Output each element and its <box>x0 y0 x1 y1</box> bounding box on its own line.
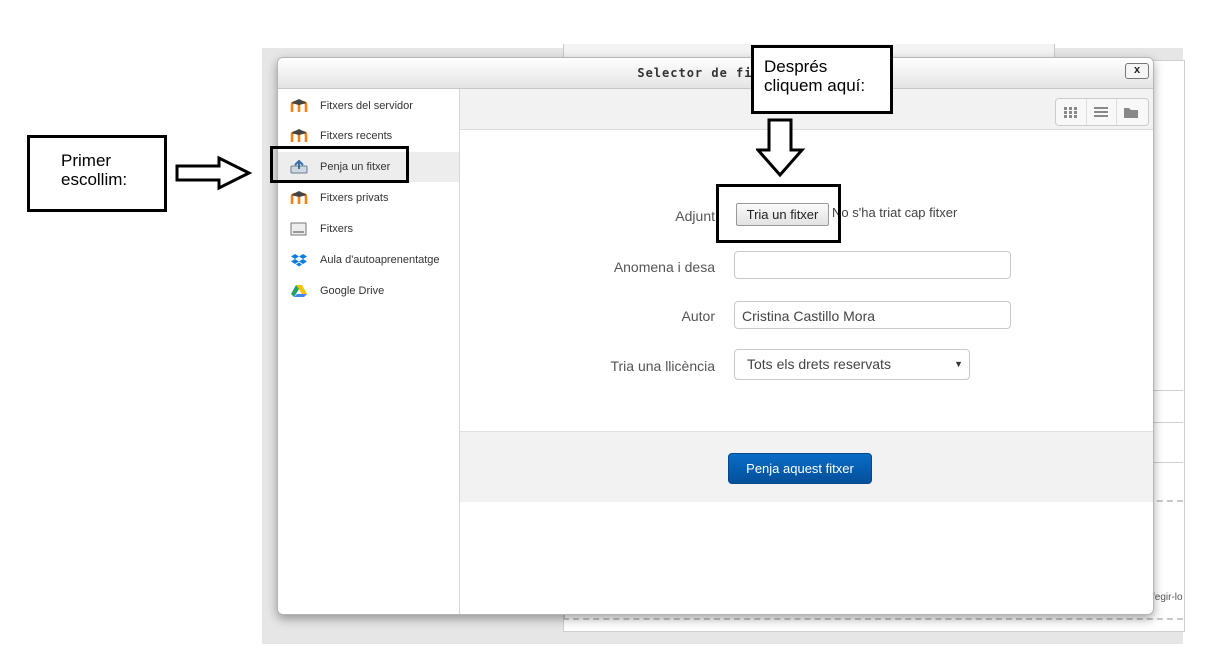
sidebar-item-google-drive[interactable]: Google Drive <box>278 276 459 306</box>
annotation-highlight-choose-file <box>716 184 841 243</box>
annotation-text: escollim: <box>61 170 128 189</box>
file-picker-dialog: Selector de fitxers x Fitxers del servid… <box>277 57 1154 615</box>
sidebar-item-self-learning[interactable]: Aula d'autoaprenentatge <box>278 245 459 275</box>
annotation-text: cliquem aquí: <box>764 76 866 95</box>
folder-icon <box>290 222 308 236</box>
annotation-then-click: Després cliquem aquí: <box>751 45 893 114</box>
annotation-first-choose: Primer escollim: <box>27 135 167 212</box>
author-label: Autor <box>681 308 715 324</box>
annotation-highlight-upload-item <box>270 146 409 183</box>
annotation-text: Després <box>764 57 828 76</box>
moodle-icon <box>290 191 308 205</box>
license-select-value: Tots els drets reservats <box>747 356 891 372</box>
moodle-icon <box>290 99 308 113</box>
close-button[interactable]: x <box>1125 63 1149 79</box>
sidebar-item-label: Fitxers privats <box>320 192 389 204</box>
save-as-input[interactable] <box>734 251 1011 279</box>
arrow-down-icon <box>756 118 806 178</box>
list-view-button[interactable] <box>1086 99 1117 125</box>
arrow-right-icon <box>175 155 253 191</box>
view-switcher <box>1055 98 1149 126</box>
annotation-text: Primer <box>61 151 112 170</box>
sidebar-item-label: Aula d'autoaprenentatge <box>320 254 440 266</box>
no-file-text: No s'ha triat cap fitxer <box>832 205 958 220</box>
sidebar-item-label: Fitxers del servidor <box>320 100 413 112</box>
background-divider <box>1152 462 1183 463</box>
sidebar-item-files[interactable]: Fitxers <box>278 214 459 244</box>
background-divider <box>1152 422 1183 423</box>
author-input[interactable]: Cristina Castillo Mora <box>734 301 1011 329</box>
chevron-down-icon: ▼ <box>954 359 963 369</box>
sidebar-item-private-files[interactable]: Fitxers privats <box>278 183 459 213</box>
license-label: Tria una llicència <box>610 358 715 374</box>
save-as-label: Anomena i desa <box>613 259 715 275</box>
background-divider <box>1152 390 1183 391</box>
dialog-title: Selector de fitxers <box>637 66 794 80</box>
list-view-icon <box>1094 107 1108 117</box>
sidebar-item-server-files[interactable]: Fitxers del servidor <box>278 91 459 121</box>
attachment-label: Adjunt <box>675 208 715 224</box>
license-select[interactable]: Tots els drets reservats ▼ <box>734 349 970 380</box>
sidebar-item-label: Fitxers recents <box>320 130 393 142</box>
grid-view-button[interactable] <box>1056 99 1087 125</box>
form-footer: Penja aquest fitxer <box>460 431 1153 502</box>
background-cut-text: fegir-lo <box>1152 592 1183 603</box>
sidebar-item-label: Google Drive <box>320 285 385 297</box>
grid-view-icon <box>1064 107 1077 118</box>
google-drive-icon <box>290 284 308 298</box>
sidebar-item-label: Fitxers <box>320 223 353 235</box>
folder-view-icon <box>1124 108 1138 118</box>
folder-view-button[interactable] <box>1116 99 1146 125</box>
upload-file-button[interactable]: Penja aquest fitxer <box>728 453 872 484</box>
dialog-titlebar: Selector de fitxers x <box>278 58 1153 89</box>
dropbox-icon <box>290 253 308 267</box>
moodle-icon <box>290 129 308 143</box>
